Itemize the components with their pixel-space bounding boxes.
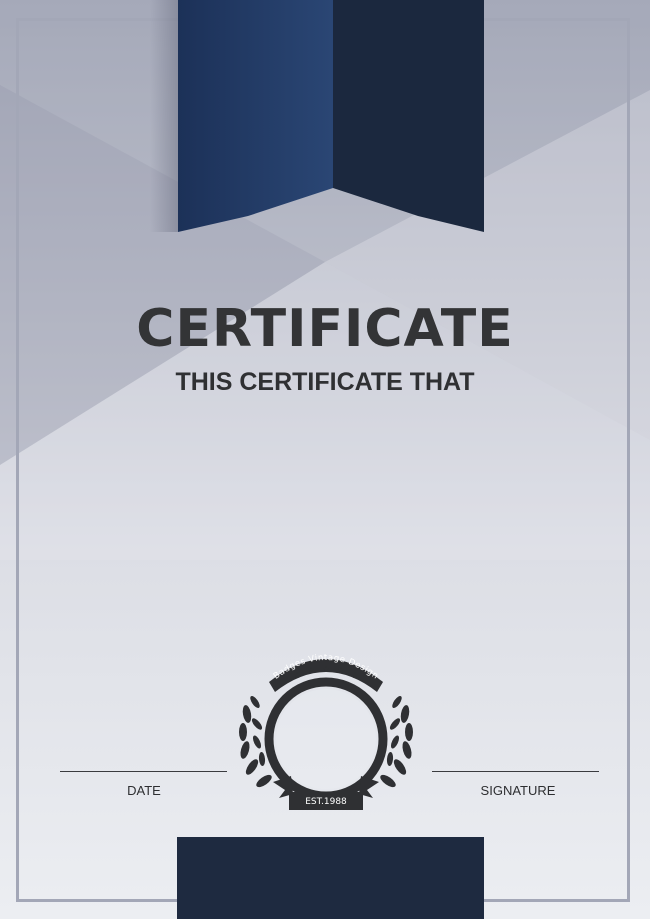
bottom-ribbon-bar	[177, 837, 484, 919]
certificate-subtitle: THIS CERTIFICATE THAT	[175, 368, 475, 396]
vintage-badge-emblem: Badges Vintage Design ★ ★ ★ ★ ★ EST.1988	[239, 653, 413, 810]
certificate-title: CERTIFICATE	[136, 299, 514, 359]
svg-text:★: ★	[351, 671, 359, 681]
date-line	[60, 771, 227, 772]
svg-text:★: ★	[322, 665, 330, 675]
svg-text:★: ★	[293, 671, 301, 681]
badge-bottom-text: EST.1988	[305, 797, 347, 807]
signature-line	[432, 771, 599, 772]
signature-label: SIGNATURE	[480, 783, 556, 798]
top-ribbon	[150, 0, 484, 232]
certificate-page: CERTIFICATE THIS CERTIFICATE THAT DATE S…	[0, 0, 650, 919]
svg-text:★: ★	[307, 666, 315, 676]
svg-text:★: ★	[337, 666, 345, 676]
date-label: DATE	[127, 783, 161, 798]
